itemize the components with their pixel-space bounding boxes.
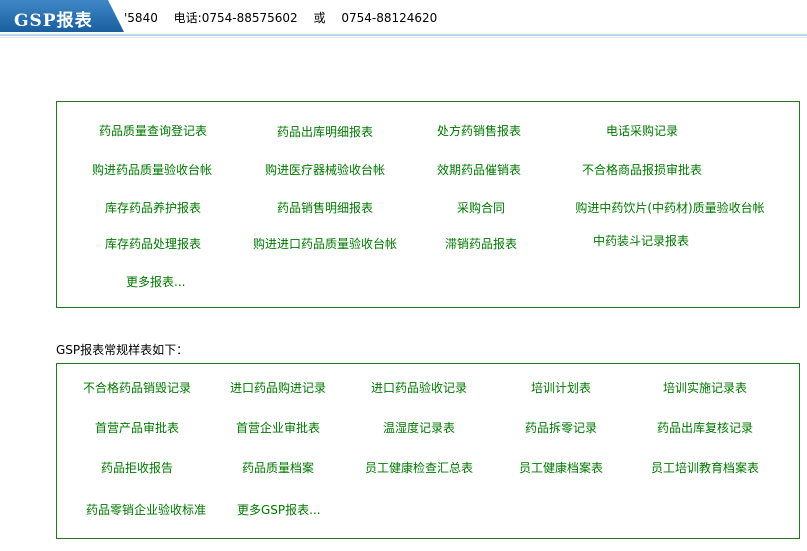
- link-device-acceptance-ledger[interactable]: 购进医疗器械验收台帐: [265, 161, 385, 178]
- top-bar: GSP报表 '5840 电话:0754-88575602 或 0754-8812…: [0, 0, 807, 34]
- contact-phone: 电话:0754-88575602: [173, 11, 298, 25]
- link-prescription-sales[interactable]: 处方药销售报表: [437, 122, 521, 139]
- link-chinese-herb-acceptance[interactable]: 购进中药饮片(中药材)质量验收台帐: [575, 199, 764, 216]
- link-import-purchase[interactable]: 进口药品购进记录: [230, 379, 326, 396]
- link-training-plan[interactable]: 培训计划表: [531, 379, 591, 396]
- gsp-report-badge: GSP报表: [0, 0, 124, 32]
- link-quality-archive[interactable]: 药品质量档案: [242, 459, 314, 476]
- link-health-summary[interactable]: 员工健康检查汇总表: [365, 459, 473, 476]
- gsp-sample-box: 不合格药品销毁记录 进口药品购进记录 进口药品验收记录 培训计划表 培训实施记录…: [56, 363, 800, 539]
- section2-caption: GSP报表常规样表如下：: [56, 343, 189, 357]
- contact-info: '5840 电话:0754-88575602 或 0754-88124620: [124, 9, 449, 26]
- link-temp-humidity[interactable]: 温湿度记录表: [383, 419, 455, 436]
- link-health-archive[interactable]: 员工健康档案表: [519, 459, 603, 476]
- link-stock-maintenance[interactable]: 库存药品养护报表: [105, 199, 201, 216]
- link-nonconforming-loss[interactable]: 不合格商品报损审批表: [582, 161, 702, 178]
- link-drug-outbound-detail[interactable]: 药品出库明细报表: [277, 123, 373, 140]
- header-divider-light: [0, 37, 807, 38]
- link-slow-moving[interactable]: 滞销药品报表: [445, 235, 517, 252]
- link-more-reports[interactable]: 更多报表...: [126, 273, 185, 290]
- link-more-gsp-reports[interactable]: 更多GSP报表...: [237, 501, 321, 518]
- link-outbound-review[interactable]: 药品出库复核记录: [657, 419, 753, 436]
- link-import-acceptance-ledger[interactable]: 购进进口药品质量验收台帐: [253, 235, 397, 252]
- link-split-record[interactable]: 药品拆零记录: [525, 419, 597, 436]
- link-first-enterprise-approval[interactable]: 首营企业审批表: [236, 419, 320, 436]
- link-herb-dispensing[interactable]: 中药装斗记录报表: [593, 232, 689, 249]
- link-import-acceptance[interactable]: 进口药品验收记录: [371, 379, 467, 396]
- link-purchase-contract[interactable]: 采购合同: [457, 199, 505, 216]
- link-training-archive[interactable]: 员工培训教育档案表: [651, 459, 759, 476]
- link-rejection-report[interactable]: 药品拒收报告: [101, 459, 173, 476]
- link-training-record[interactable]: 培训实施记录表: [663, 379, 747, 396]
- link-retail-acceptance-standard[interactable]: 药品零销企业验收标准: [86, 501, 206, 518]
- contact-or: 或: [313, 11, 326, 25]
- link-stock-disposal[interactable]: 库存药品处理报表: [105, 235, 201, 252]
- link-drug-quality-inquiry[interactable]: 药品质量查询登记表: [99, 122, 207, 139]
- header-divider: [0, 34, 807, 36]
- contact-code: '5840: [124, 11, 158, 25]
- contact-phone2: 0754-88124620: [341, 11, 438, 25]
- link-expiry-sales[interactable]: 效期药品催销表: [437, 161, 521, 178]
- report-list-box: 药品质量查询登记表 药品出库明细报表 处方药销售报表 电话采购记录 购进药品质量…: [56, 101, 800, 308]
- link-purchase-quality-ledger[interactable]: 购进药品质量验收台帐: [92, 161, 212, 178]
- link-sales-detail[interactable]: 药品销售明细报表: [277, 199, 373, 216]
- badge-title: GSP报表: [14, 11, 93, 31]
- link-nonconforming-destroy[interactable]: 不合格药品销毁记录: [83, 379, 191, 396]
- link-phone-purchase[interactable]: 电话采购记录: [606, 122, 678, 139]
- link-first-product-approval[interactable]: 首营产品审批表: [95, 419, 179, 436]
